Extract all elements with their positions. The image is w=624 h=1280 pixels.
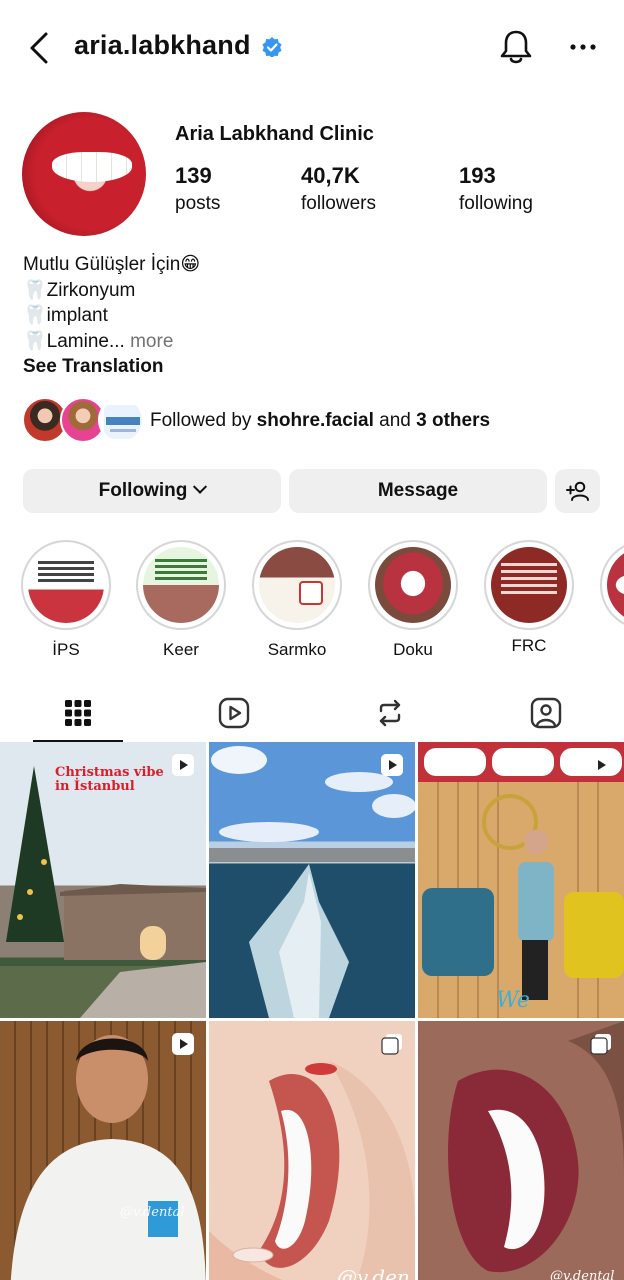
followed-middle: and	[373, 410, 417, 431]
highlight-ips[interactable]: İPS	[21, 540, 111, 660]
highlight-ring	[252, 540, 342, 630]
followed-by-text: Followed by shohre.facial and 3 others	[150, 410, 490, 432]
followers-count: 40,7K	[301, 163, 360, 188]
bio-line: Mutlu Gülüşler İçin😁	[23, 254, 201, 275]
highlight-cover	[607, 547, 624, 623]
highlight-doku[interactable]: Doku	[368, 540, 458, 660]
highlight-label: İPS	[52, 640, 80, 659]
bio-more-link[interactable]: more	[125, 331, 173, 352]
verified-badge-icon	[262, 37, 282, 57]
profile-full-name: Aria Labkhand Clinic	[175, 123, 374, 145]
profile-avatar[interactable]	[22, 112, 146, 236]
highlight-ring	[600, 540, 624, 630]
reel-badge-icon	[172, 1033, 194, 1055]
post-image	[418, 742, 624, 1018]
followed-user[interactable]: shohre.facial	[257, 410, 374, 431]
highlight-sarmko[interactable]: Sarmko	[252, 540, 342, 660]
highlight-cover	[491, 547, 567, 623]
post-caption: Christmas vibe in İstanbul	[55, 765, 164, 794]
post-tile[interactable]: @v.den	[209, 1021, 415, 1280]
follower-avatar	[98, 397, 144, 443]
post-tile[interactable]: Christmas vibe in İstanbul	[0, 742, 206, 1018]
highlight-ring	[368, 540, 458, 630]
avatar-teeth-graphic	[52, 152, 132, 182]
content-tabs	[0, 686, 624, 742]
add-person-button[interactable]	[555, 469, 600, 513]
highlight-cover	[143, 547, 219, 623]
post-caption: @v.den	[337, 1265, 410, 1280]
post-image	[209, 1061, 415, 1280]
bio-line: 🦷implant	[23, 305, 108, 326]
follower-logo-icon	[104, 405, 142, 439]
highlight-ring	[136, 540, 226, 630]
message-button[interactable]: Message	[289, 469, 547, 513]
reel-badge-icon	[381, 754, 403, 776]
carousel-badge-icon	[381, 1034, 402, 1055]
profile-username: aria.labkhand	[74, 30, 251, 60]
followed-by-row[interactable]: Followed by shohre.facial and 3 others	[22, 397, 622, 445]
reel-badge-icon	[172, 754, 194, 776]
highlight-label-text: FRC	[511, 636, 547, 655]
bell-icon[interactable]	[498, 28, 534, 66]
highlight-label: Doku	[393, 640, 433, 659]
more-dots-icon[interactable]	[568, 32, 598, 62]
following-button[interactable]: Following	[23, 469, 281, 513]
highlight-keer[interactable]: Keer	[136, 540, 226, 660]
posts-count: 139	[175, 163, 212, 188]
following-count: 193	[459, 163, 496, 188]
following-label: following	[459, 193, 533, 214]
profile-bio: Mutlu Gülüşler İçin😁 🦷Zirkonyum 🦷implant…	[23, 252, 200, 380]
followed-prefix: Followed by	[150, 410, 257, 431]
highlight-ring	[484, 540, 574, 630]
back-arrow-icon[interactable]	[26, 30, 54, 66]
bio-line: 🦷Zirkonyum	[23, 279, 136, 301]
tagged-icon	[530, 697, 562, 729]
post-image	[10, 1035, 206, 1280]
highlight-frc[interactable]	[484, 540, 574, 630]
post-tile[interactable]: @v.dental	[0, 1021, 206, 1280]
bio-line: 🦷Lamine... more	[23, 329, 200, 355]
highlight-ring	[21, 540, 111, 630]
highlight-partial[interactable]	[600, 540, 624, 630]
post-watermark: We	[496, 988, 530, 1013]
post-caption: @v.dental	[120, 1205, 185, 1220]
post-tile[interactable]	[209, 742, 415, 1018]
post-tile[interactable]: @v.dental	[418, 1021, 624, 1280]
add-person-icon	[565, 481, 589, 501]
grid-icon	[65, 700, 91, 726]
highlight-label: FRC	[484, 636, 574, 656]
chevron-down-icon	[193, 479, 208, 494]
following-label: Following	[98, 480, 188, 501]
stat-followers[interactable]: 40,7K followers	[301, 163, 376, 215]
highlight-cover	[28, 547, 104, 623]
see-translation-link[interactable]: See Translation	[23, 354, 200, 380]
post-tile[interactable]: We	[418, 742, 624, 1018]
tab-tagged[interactable]	[468, 686, 624, 740]
bio-line-text: 🦷Lamine...	[23, 330, 125, 352]
post-image	[209, 746, 415, 1018]
message-label: Message	[377, 480, 459, 501]
tab-reels[interactable]	[156, 686, 312, 740]
tab-reposts[interactable]	[312, 686, 468, 740]
repost-icon	[379, 699, 401, 727]
posts-label: posts	[175, 193, 221, 214]
stat-posts[interactable]: 139 posts	[175, 163, 220, 215]
highlight-label: Sarmko	[267, 640, 327, 659]
profile-header: aria.labkhand	[0, 0, 624, 96]
followed-others[interactable]: 3 others	[416, 410, 490, 431]
highlight-label: Keer	[163, 640, 199, 659]
tab-grid[interactable]	[0, 686, 156, 742]
post-caption: @v.dental	[550, 1269, 615, 1280]
reels-icon	[218, 697, 250, 729]
reel-badge-icon	[590, 754, 612, 776]
highlight-cover	[259, 547, 335, 623]
followers-label: followers	[301, 193, 376, 214]
carousel-badge-icon	[590, 1034, 611, 1055]
post-image	[418, 1021, 624, 1280]
stat-following[interactable]: 193 following	[459, 163, 533, 215]
highlight-cover	[375, 547, 451, 623]
